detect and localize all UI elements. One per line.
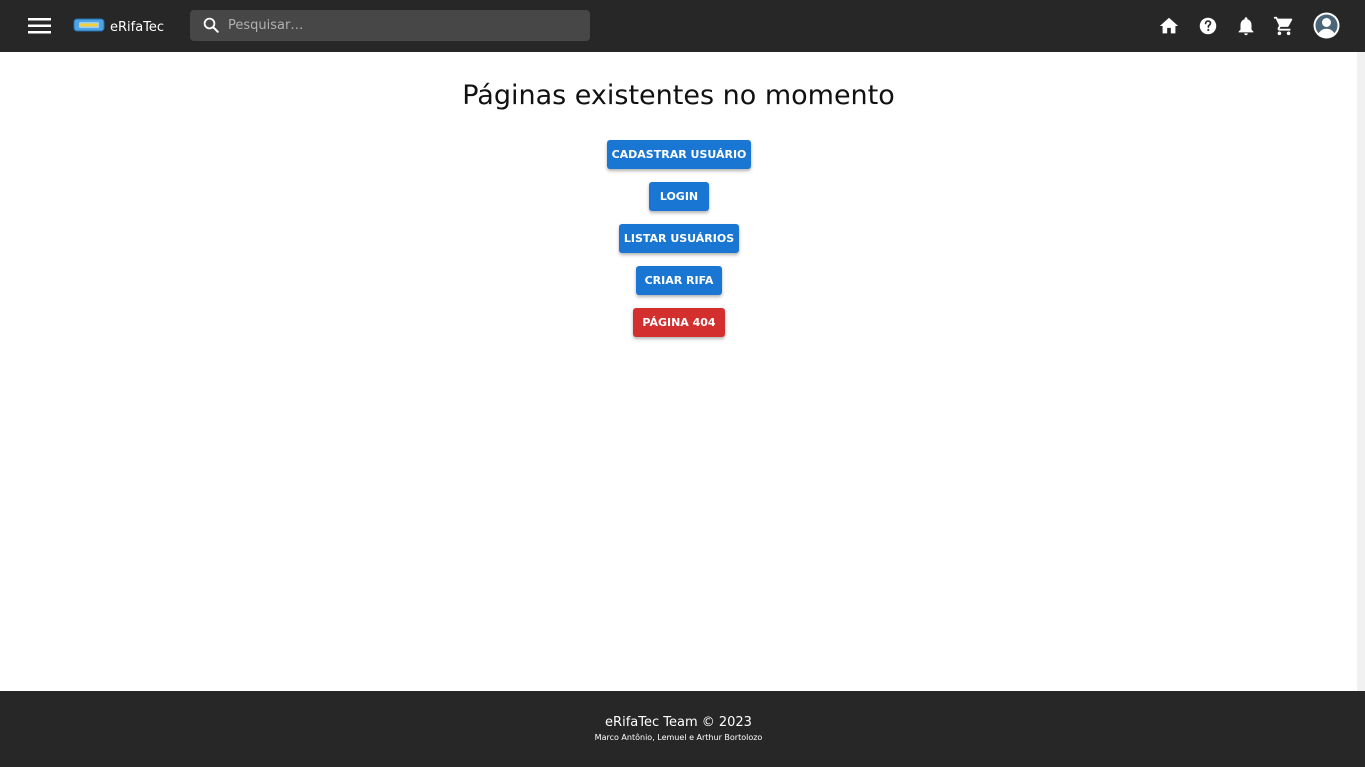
logo-text: eRifaTec [110, 19, 165, 35]
bell-icon[interactable] [1235, 15, 1257, 37]
ticket-logo-icon [73, 16, 105, 38]
search-bar[interactable] [190, 10, 590, 41]
account-icon[interactable] [1313, 12, 1340, 39]
footer-title: eRifaTec Team © 2023 [605, 715, 752, 730]
criar-rifa-button[interactable]: CRIAR RIFA [636, 266, 722, 295]
footer-authors: Marco Antônio, Lemuel e Arthur Bortolozo [594, 733, 763, 742]
scrollbar[interactable] [1357, 52, 1365, 691]
listar-usuarios-button[interactable]: LISTAR USUÁRIOS [619, 224, 739, 253]
help-icon[interactable] [1197, 15, 1219, 37]
menu-icon[interactable] [28, 15, 52, 37]
logo[interactable]: eRifaTec [73, 16, 164, 38]
main-content: Páginas existentes no momento CADASTRAR … [0, 52, 1357, 691]
page-title: Páginas existentes no momento [462, 80, 895, 111]
pagina-404-button[interactable]: PÁGINA 404 [633, 308, 725, 337]
cadastrar-usuario-button[interactable]: CADASTRAR USUÁRIO [607, 140, 751, 169]
search-input[interactable] [228, 10, 578, 41]
search-icon [202, 16, 220, 38]
home-icon[interactable] [1158, 15, 1180, 37]
login-button[interactable]: LOGIN [649, 182, 709, 211]
footer: eRifaTec Team © 2023 Marco Antônio, Lemu… [0, 691, 1365, 767]
app-bar: eRifaTec [0, 0, 1365, 52]
cart-icon[interactable] [1273, 15, 1295, 37]
